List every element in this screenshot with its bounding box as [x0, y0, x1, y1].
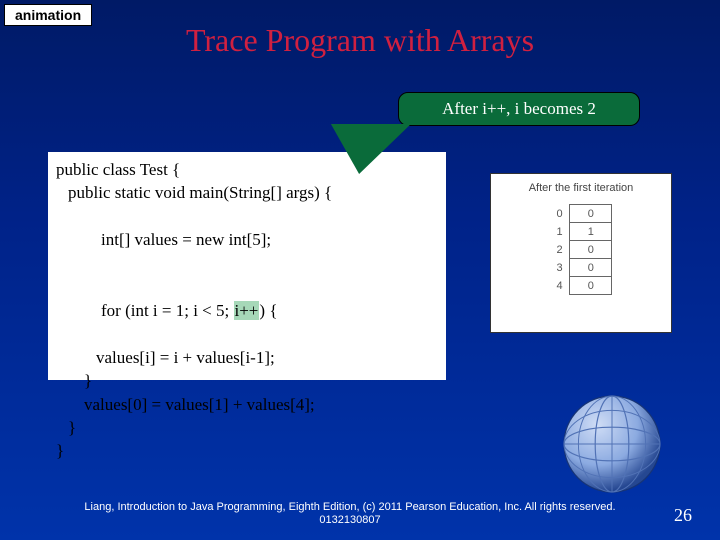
array-value: 1 [570, 223, 612, 241]
code-line: for (int i = 1; i < 5; i++) { [56, 275, 438, 345]
page-number: 26 [674, 505, 692, 526]
code-line: values[0] = values[1] + values[4]; [56, 393, 438, 416]
code-line: } [56, 416, 438, 439]
code-text: new int[5]; [196, 230, 271, 249]
array-state-panel: After the first iteration 00 11 20 30 40 [490, 173, 672, 333]
code-text: ) { [259, 301, 277, 320]
array-index: 2 [550, 241, 570, 259]
array-table: 00 11 20 30 40 [550, 204, 613, 295]
footer-citation: Liang, Introduction to Java Programming,… [60, 501, 640, 529]
array-index: 1 [550, 223, 570, 241]
code-text: int[] values = [101, 230, 196, 249]
array-caption: After the first iteration [501, 182, 661, 194]
array-value: 0 [570, 259, 612, 277]
code-line: int[] values = new int[5]; [56, 205, 438, 275]
table-row: 11 [550, 223, 612, 241]
callout-bubble: After i++, i becomes 2 [398, 92, 640, 126]
code-highlight: i++ [234, 301, 260, 320]
code-line: public static void main(String[] args) { [56, 181, 438, 204]
array-value: 0 [570, 241, 612, 259]
array-index: 3 [550, 259, 570, 277]
array-index: 0 [550, 205, 570, 223]
code-line: } [56, 439, 438, 462]
table-row: 40 [550, 277, 612, 295]
slide-title: Trace Program with Arrays [0, 22, 720, 59]
globe-icon [552, 384, 672, 504]
array-value: 0 [570, 277, 612, 295]
code-line: values[i] = i + values[i-1]; [56, 346, 438, 369]
code-text: for (int i = 1; i < 5; [101, 301, 234, 320]
code-panel: public class Test { public static void m… [48, 152, 446, 380]
callout-text: After i++, i becomes 2 [442, 99, 596, 119]
table-row: 00 [550, 205, 612, 223]
array-value: 0 [570, 205, 612, 223]
table-row: 30 [550, 259, 612, 277]
callout-tail [331, 124, 429, 174]
code-line: } [56, 369, 438, 392]
table-row: 20 [550, 241, 612, 259]
array-index: 4 [550, 277, 570, 295]
